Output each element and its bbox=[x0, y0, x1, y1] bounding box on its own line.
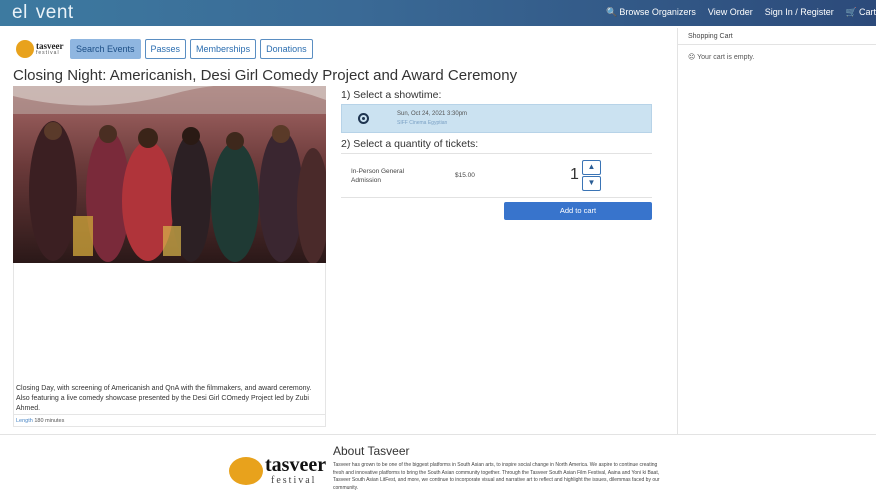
organizer-logo-sub: festival bbox=[36, 50, 60, 56]
chevron-up-icon: ▲ bbox=[587, 162, 596, 171]
browse-organizers-label: Browse Organizers bbox=[619, 7, 696, 17]
showtime-option[interactable]: Sun, Oct 24, 2021 3:30pm SIFF Cinema Egy… bbox=[341, 104, 652, 133]
ticket-type-name: In-Person General Admission bbox=[351, 168, 405, 184]
cart-icon: 🛒 bbox=[845, 7, 857, 17]
showtime-date: Sun, Oct 24, 2021 3:30pm bbox=[397, 111, 468, 117]
event-image bbox=[13, 86, 326, 263]
about-title: About Tasveer bbox=[333, 444, 410, 458]
view-order-link[interactable]: View Order bbox=[708, 7, 753, 18]
cart-label: Cart bbox=[858, 7, 876, 17]
event-description: Closing Day, with screening of Americani… bbox=[16, 385, 312, 412]
page-title: Closing Night: Americanish, Desi Girl Co… bbox=[13, 67, 518, 84]
about-text: Tasveer has grown to be one of the bigge… bbox=[333, 462, 660, 491]
tab-search-events[interactable]: Search Events bbox=[70, 39, 141, 59]
organizer-logo[interactable]: tasveer festival bbox=[16, 40, 66, 58]
increase-quantity-button[interactable]: ▲ bbox=[582, 160, 601, 175]
footer: tasveer festival About Tasveer Tasveer h… bbox=[0, 434, 876, 492]
event-length: Length 180 minutes bbox=[14, 414, 325, 427]
footer-logo: tasveer festival bbox=[229, 452, 329, 487]
tab-donations[interactable]: Donations bbox=[260, 39, 313, 59]
shopping-cart-panel: Shopping Cart ☹ Your cart is empty. bbox=[677, 28, 876, 434]
top-nav-links: 🔍 Browse Organizers View Order Sign In / … bbox=[606, 7, 876, 18]
sun-logo-icon bbox=[229, 457, 263, 485]
brand-left: el bbox=[12, 2, 28, 23]
search-icon: 🔍 bbox=[606, 7, 618, 17]
sun-logo-icon bbox=[16, 40, 34, 58]
cart-empty-text: Your cart is empty. bbox=[697, 54, 755, 61]
top-navbar: el vent 🔍 Browse Organizers View Order Sig… bbox=[0, 0, 876, 26]
tickets-heading: 2) Select a quantity of tickets: bbox=[341, 138, 479, 150]
cart-empty-message: ☹ Your cart is empty. bbox=[688, 53, 754, 61]
brand-right: vent bbox=[35, 2, 74, 23]
event-photo-graphic bbox=[13, 86, 326, 263]
organizer-tabs: Search Events Passes Memberships Donatio… bbox=[70, 39, 313, 59]
decrease-quantity-button[interactable]: ▼ bbox=[582, 176, 601, 191]
ticket-price: $15.00 bbox=[455, 172, 475, 179]
footer-logo-name: tasveer bbox=[265, 454, 327, 476]
shopping-cart-heading: Shopping Cart bbox=[678, 28, 876, 45]
showtime-heading: 1) Select a showtime: bbox=[341, 89, 442, 101]
length-label: Length bbox=[16, 418, 33, 424]
site-logo[interactable]: el vent bbox=[12, 2, 74, 24]
tab-passes[interactable]: Passes bbox=[144, 39, 187, 59]
cart-link[interactable]: 🛒 Cart bbox=[846, 7, 876, 18]
showtime-venue: SIFF Cinema Egyptian bbox=[397, 120, 448, 126]
footer-logo-sub: festival bbox=[271, 475, 317, 486]
event-details-card: Closing Day, with screening of Americani… bbox=[13, 263, 326, 427]
radio-selected-icon[interactable] bbox=[358, 113, 369, 124]
add-to-cart-button[interactable]: Add to cart bbox=[504, 202, 652, 220]
divider bbox=[341, 153, 652, 154]
sad-face-icon: ☹ bbox=[688, 54, 696, 61]
sign-in-link[interactable]: Sign In / Register bbox=[765, 7, 834, 18]
ticket-quantity: 1 bbox=[570, 166, 579, 183]
divider bbox=[341, 197, 652, 198]
length-value: 180 minutes bbox=[34, 418, 65, 424]
quantity-stepper[interactable]: ▲ ▼ bbox=[582, 160, 601, 191]
tab-memberships[interactable]: Memberships bbox=[190, 39, 257, 59]
browse-organizers-link[interactable]: 🔍 Browse Organizers bbox=[606, 7, 696, 18]
chevron-down-icon: ▼ bbox=[587, 178, 596, 187]
